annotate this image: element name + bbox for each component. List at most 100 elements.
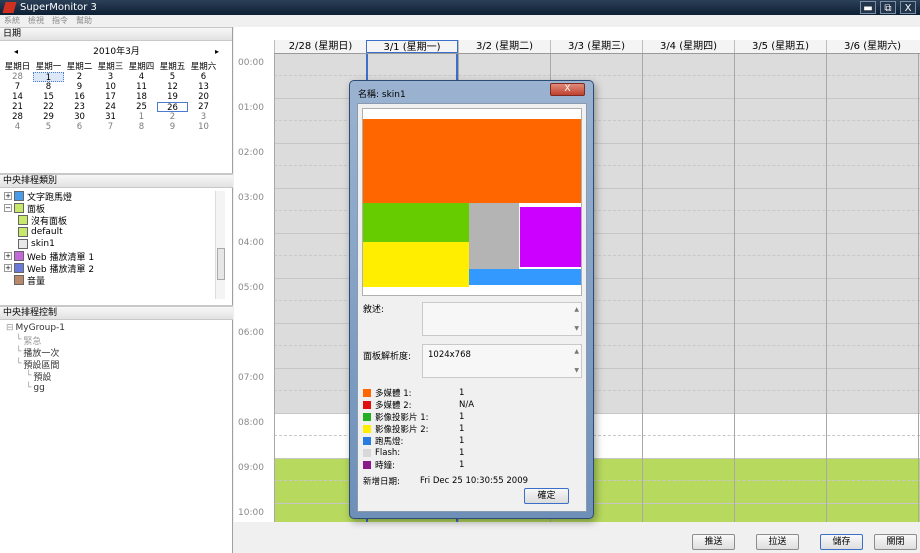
dialog-close-button[interactable]: X <box>550 83 585 96</box>
collapse-icon[interactable]: − <box>4 204 12 212</box>
category-item[interactable]: 音量 <box>0 274 233 287</box>
menu-view[interactable]: 檢視 <box>28 15 44 27</box>
calendar-day[interactable]: 9 <box>64 82 95 92</box>
calendar-day[interactable]: 3 <box>95 72 126 82</box>
calendar-day[interactable]: 2 <box>157 112 188 122</box>
day-header[interactable]: 3/3 (星期三) <box>550 40 642 53</box>
category-item[interactable]: 沒有面板 <box>0 214 233 227</box>
calendar-day[interactable]: 15 <box>33 92 64 102</box>
legend-value: N/A <box>459 399 475 410</box>
calendar-day[interactable]: 23 <box>64 102 95 112</box>
calendar-day[interactable]: 31 <box>95 112 126 122</box>
category-item[interactable]: + Web 播放清單 2 <box>0 262 233 275</box>
day-header[interactable]: 3/2 (星期二) <box>458 40 550 53</box>
control-item[interactable]: └ 預設區間 <box>0 358 233 371</box>
calendar-day[interactable]: 8 <box>33 82 64 92</box>
control-item[interactable]: ⊟ MyGroup-1 <box>0 322 233 334</box>
calendar-day[interactable]: 7 <box>2 82 33 92</box>
calendar-day[interactable]: 4 <box>2 122 33 132</box>
prev-month-icon[interactable]: ◂ <box>14 44 18 60</box>
expand-icon[interactable]: + <box>4 264 12 272</box>
calendar-day[interactable]: 19 <box>157 92 188 102</box>
pull-button[interactable]: 拉送 <box>756 534 799 550</box>
scroll-down-icon[interactable]: ▼ <box>574 325 579 332</box>
category-item[interactable]: + 文字跑馬燈 <box>0 190 233 203</box>
calendar-day[interactable]: 3 <box>188 112 219 122</box>
calendar-day[interactable]: 25 <box>126 102 157 112</box>
save-button[interactable]: 儲存 <box>820 534 863 550</box>
calendar-day[interactable]: 8 <box>126 122 157 132</box>
calendar-day[interactable]: 11 <box>126 82 157 92</box>
day-header[interactable]: 3/1 (星期一) <box>366 40 458 53</box>
resolution-field[interactable]: 1024x768 ▲ ▼ <box>422 344 582 378</box>
menu-help[interactable]: 幫助 <box>76 15 92 27</box>
minimize-button[interactable]: ▬ <box>860 1 876 14</box>
category-scrollbar[interactable] <box>215 191 225 299</box>
calendar-day[interactable]: 26 <box>157 102 188 113</box>
calendar-day[interactable]: 5 <box>157 72 188 82</box>
calendar-day[interactable]: 17 <box>95 92 126 102</box>
expand-icon[interactable]: + <box>4 252 12 260</box>
calendar-day[interactable]: 9 <box>157 122 188 132</box>
category-item[interactable]: + Web 播放清單 1 <box>0 250 233 263</box>
category-item[interactable]: − 面板 <box>0 202 233 215</box>
calendar-day[interactable]: 30 <box>64 112 95 122</box>
calendar-day[interactable]: 6 <box>188 72 219 82</box>
calendar-day[interactable]: 16 <box>64 92 95 102</box>
calendar-day[interactable]: 27 <box>188 102 219 112</box>
calendar-day[interactable]: 29 <box>33 112 64 122</box>
calendar-day[interactable]: 7 <box>95 122 126 132</box>
legend-value: 1 <box>459 387 465 398</box>
calendar-day[interactable]: 2 <box>64 72 95 82</box>
tree-branch-icon: └ <box>16 347 22 357</box>
scroll-up-icon[interactable]: ▲ <box>574 306 579 313</box>
control-item[interactable]: └ 預設 <box>0 370 233 383</box>
category-item[interactable]: default <box>0 226 233 238</box>
scroll-down-icon[interactable]: ▼ <box>574 367 579 374</box>
calendar-day[interactable]: 20 <box>188 92 219 102</box>
next-month-icon[interactable]: ▸ <box>215 44 219 60</box>
calendar-day[interactable]: 5 <box>33 122 64 132</box>
calendar-day[interactable]: 28 <box>2 72 33 82</box>
control-label: MyGroup-1 <box>15 323 66 333</box>
control-tree: ⊟ MyGroup-1 └ 緊急 └ 播放一次 └ 預設區間 └ 預設 └ gg <box>0 320 233 394</box>
control-item[interactable]: └ 播放一次 <box>0 346 233 359</box>
calendar-day[interactable]: 28 <box>2 112 33 122</box>
scroll-up-icon[interactable]: ▲ <box>574 348 579 355</box>
category-item[interactable]: skin1 <box>0 238 233 250</box>
calendar-day[interactable]: 21 <box>2 102 33 112</box>
resolution-label: 面板解析度: <box>363 352 412 362</box>
calendar-day[interactable]: 6 <box>64 122 95 132</box>
control-item[interactable]: └ gg <box>0 382 233 394</box>
ok-button[interactable]: 確定 <box>524 488 569 504</box>
calendar-day[interactable]: 1 <box>33 72 64 83</box>
legend-row: 多媒體 1: 1 <box>363 387 464 399</box>
calendar-day[interactable]: 10 <box>95 82 126 92</box>
calendar-day[interactable]: 4 <box>126 72 157 82</box>
close-button[interactable]: 關閉 <box>874 534 917 550</box>
push-button[interactable]: 推送 <box>692 534 735 550</box>
maximize-button[interactable]: ⧉ <box>880 1 896 14</box>
day-header[interactable]: 3/5 (星期五) <box>734 40 826 53</box>
day-header[interactable]: 3/6 (星期六) <box>826 40 918 53</box>
day-header[interactable]: 2/28 (星期日) <box>274 40 366 53</box>
calendar-day[interactable]: 24 <box>95 102 126 112</box>
calendar-day[interactable]: 1 <box>126 112 157 122</box>
calendar-day[interactable]: 10 <box>188 122 219 132</box>
calendar-day[interactable]: 12 <box>157 82 188 92</box>
day-header[interactable]: 3/4 (星期四) <box>642 40 734 53</box>
scrollbar-thumb[interactable] <box>217 248 225 280</box>
close-window-button[interactable]: X <box>900 1 916 14</box>
expand-icon[interactable]: + <box>4 192 12 200</box>
description-field[interactable]: ▲ ▼ <box>422 302 582 336</box>
menu-system[interactable]: 系統 <box>4 15 20 27</box>
control-item[interactable]: └ 緊急 <box>0 334 233 347</box>
weekday-label: 星期二 <box>66 62 93 72</box>
calendar-day[interactable]: 22 <box>33 102 64 112</box>
menu-command[interactable]: 指令 <box>52 15 68 27</box>
calendar-day[interactable]: 14 <box>2 92 33 102</box>
calendar-day[interactable]: 13 <box>188 82 219 92</box>
calendar-day[interactable]: 18 <box>126 92 157 102</box>
legend-value: 1 <box>459 459 465 470</box>
skin-info-dialog: 名稱: skin1 X 敘述: ▲ ▼ 面板解析度: 1024x768 ▲ ▼ … <box>349 80 594 519</box>
